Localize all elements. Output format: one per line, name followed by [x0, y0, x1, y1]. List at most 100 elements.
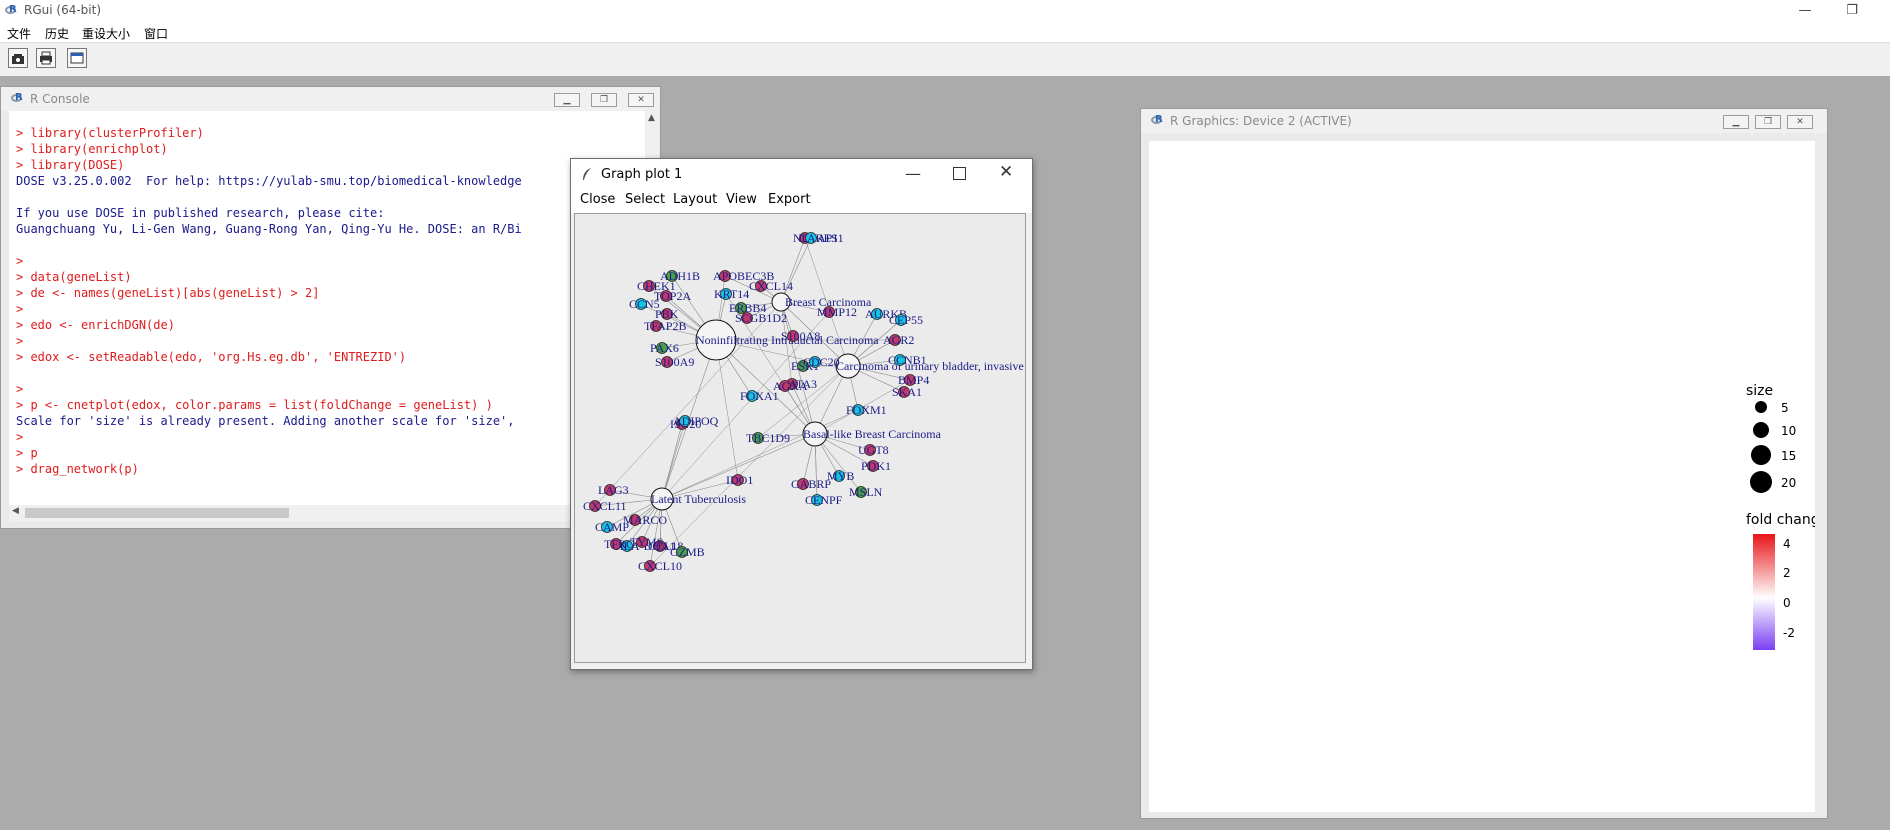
gene-label: SCGB1D2 — [735, 311, 787, 325]
console-line: If you use DOSE in published research, p… — [16, 206, 385, 220]
menu-file[interactable]: 文件 — [7, 25, 31, 42]
graphics-restore-button[interactable]: ❐ — [1755, 115, 1781, 129]
r-console-window: R R Console ▁ ❐ ✕ > library(clusterProfi… — [0, 86, 661, 529]
gene-label: KRT14 — [714, 287, 749, 301]
r-logo-icon: R — [5, 4, 19, 17]
tk-feather-icon — [583, 168, 591, 180]
gene-label: IDO1 — [726, 473, 753, 487]
graph-plot-title: Graph plot 1 — [601, 167, 683, 182]
menu-window[interactable]: 窗口 — [144, 25, 168, 42]
gene-label: CARES1 — [799, 231, 844, 245]
gene-label: TBC1D9 — [746, 431, 790, 445]
console-window-icon[interactable] — [67, 48, 87, 68]
graph-plot-maximize-button[interactable] — [953, 167, 966, 180]
gene-label: TFAP2B — [644, 319, 686, 333]
console-line: > library(enrichplot) — [16, 142, 168, 156]
menu-resize[interactable]: 重设大小 — [82, 25, 130, 42]
gp-menu-view[interactable]: View — [726, 192, 757, 207]
graph-plot-titlebar[interactable]: Graph plot 1 — ✕ — [571, 159, 1032, 189]
menu-history[interactable]: 历史 — [45, 25, 69, 42]
gene-label: MARCO — [623, 513, 667, 527]
graph-plot-network[interactable]: Noninfiltrating Intraductal CarcinomaBre… — [575, 214, 1025, 662]
r-console-title: R Console — [30, 92, 90, 106]
minimize-button[interactable]: — — [1782, 0, 1828, 22]
gene-label: MSLN — [849, 485, 883, 499]
legend-fc-4: 4 — [1783, 537, 1791, 551]
console-line: > p — [16, 446, 38, 460]
gene-label: CCNB1 — [888, 353, 927, 367]
graph-plot-window: Graph plot 1 — ✕ Close Select Layout Vie… — [570, 158, 1033, 670]
console-hscroll-thumb[interactable] — [25, 508, 289, 518]
gene-label: CENPF — [805, 493, 843, 507]
legend-size-title: size — [1746, 383, 1773, 399]
gene-label: S100A9 — [655, 355, 694, 369]
app-title: RGui (64-bit) — [24, 3, 102, 17]
gp-menu-select[interactable]: Select — [625, 192, 665, 207]
gene-label: CDC20 — [803, 355, 840, 369]
console-line: > de <- names(geneList)[abs(geneList) > … — [16, 286, 320, 300]
gp-menu-close[interactable]: Close — [580, 192, 615, 207]
console-minimize-button[interactable]: ▁ — [554, 93, 580, 107]
graphics-close-button[interactable]: ✕ — [1787, 115, 1813, 129]
console-output[interactable]: > library(clusterProfiler) > library(enri… — [9, 111, 645, 505]
console-close-button[interactable]: ✕ — [628, 93, 654, 107]
graph-plot-canvas[interactable]: Noninfiltrating Intraductal Carcinoma Bre… — [574, 213, 1026, 663]
legend-size-10: 10 — [1781, 424, 1796, 438]
legend: size 5 10 15 20 fold change — [1746, 383, 1828, 650]
legend-color-title: fold change — [1746, 512, 1815, 528]
legend-size-5: 5 — [1781, 401, 1789, 415]
legend-fc-0: 0 — [1783, 596, 1791, 610]
gene-label: GZMB — [670, 545, 705, 559]
console-line: > — [16, 382, 24, 396]
console-line: > — [16, 430, 24, 444]
gene-label: FOXM1 — [846, 403, 887, 417]
gene-label: ADIPOQ — [673, 414, 719, 428]
scroll-left-icon[interactable]: ◀ — [12, 506, 19, 516]
gene-label: CXCL10 — [638, 559, 682, 573]
legend-size-15: 15 — [1781, 449, 1796, 463]
console-line: > p <- cnetplot(edox, color.params = lis… — [16, 398, 493, 412]
graph-plot-close-button[interactable]: ✕ — [999, 162, 1013, 182]
scroll-up-icon[interactable]: ▲ — [648, 113, 655, 123]
gp-menu-export[interactable]: Export — [768, 192, 811, 207]
console-line: > edox <- setReadable(edo, 'org.Hs.eg.db… — [16, 350, 407, 364]
console-line: DOSE v3.25.0.002 For help: https://yulab… — [16, 174, 522, 188]
gene-label: AGXA — [773, 379, 808, 393]
gene-label: LAG3 — [598, 483, 629, 497]
category-label: Carcinoma of urinary bladder, invasive — [836, 359, 1024, 373]
restore-button[interactable]: ❐ — [1829, 0, 1875, 22]
console-horizontal-scrollbar[interactable]: ◀ — [9, 505, 645, 521]
console-lines: > library(clusterProfiler) > library(enri… — [16, 125, 522, 477]
gene-label: CEP55 — [889, 313, 923, 327]
graphics-minimize-button[interactable]: ▁ — [1723, 115, 1749, 129]
category-label: Latent Tuberculosis — [651, 492, 746, 506]
gp-menu-layout[interactable]: Layout — [673, 192, 717, 207]
console-line: > — [16, 254, 24, 268]
gene-label: TYMS — [630, 535, 663, 549]
gene-label: UGT8 — [858, 443, 889, 457]
legend-color-bar — [1753, 534, 1775, 650]
console-line: > data(geneList) — [16, 270, 132, 284]
console-line: Guangchuang Yu, Li-Gen Wang, Guang-Rong … — [16, 222, 522, 236]
legend-size-dot — [1753, 422, 1769, 438]
gene-label: PDK1 — [861, 459, 891, 473]
legend-size-dot — [1751, 445, 1771, 465]
open-script-icon[interactable] — [8, 48, 28, 68]
cnetplot-canvas: size 5 10 15 20 fold change — [1746, 383, 1828, 650]
r-graphics-titlebar[interactable]: R R Graphics: Device 2 (ACTIVE) ▁ ❐ ✕ — [1141, 109, 1827, 133]
console-line: > library(clusterProfiler) — [16, 126, 204, 140]
console-line: > drag_network(p) — [16, 462, 139, 476]
console-restore-button[interactable]: ❐ — [591, 93, 617, 107]
gene-label: S100A8 — [781, 329, 820, 343]
graph-plot-menubar: Close Select Layout View Export — [571, 189, 1032, 213]
legend-size-dot — [1755, 401, 1767, 413]
graphics-plot-area: size 5 10 15 20 fold change — [1149, 141, 1828, 812]
graph-plot-minimize-button[interactable]: — — [905, 164, 921, 183]
console-line: > library(DOSE) — [16, 158, 125, 172]
print-icon[interactable] — [36, 48, 56, 68]
r-console-titlebar[interactable]: R R Console ▁ ❐ ✕ — [1, 87, 660, 111]
console-line: > — [16, 302, 24, 316]
